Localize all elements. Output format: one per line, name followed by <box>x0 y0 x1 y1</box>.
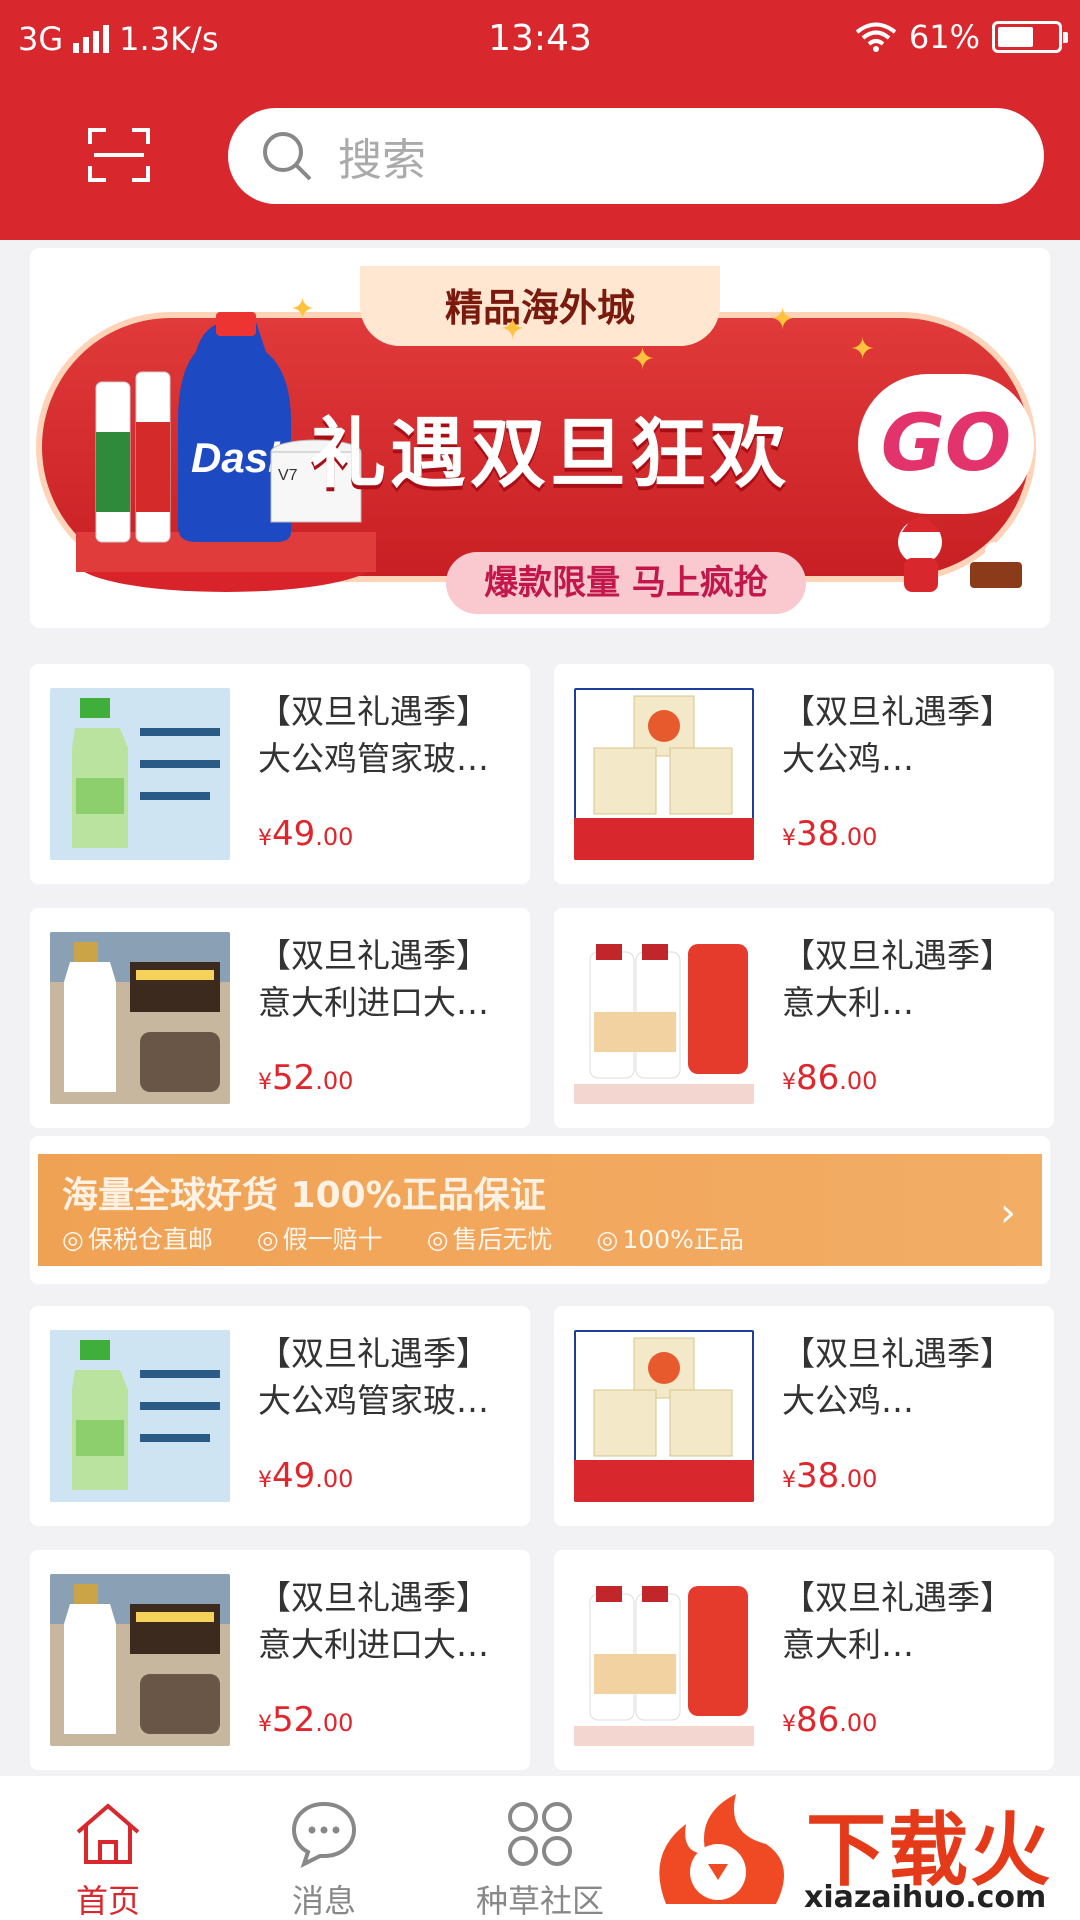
product-card[interactable]: 【双旦礼遇季】大公鸡管家玻… ¥49.00 <box>30 1306 530 1526</box>
product-card[interactable]: 【双旦礼遇季】意大利进口大… ¥52.00 <box>30 1550 530 1770</box>
product-price: ¥49.00 <box>258 1456 353 1496</box>
nav-messages-label: 消息 <box>291 1882 356 1920</box>
price-currency: ¥ <box>782 1468 796 1493</box>
search-icon <box>263 132 312 181</box>
nav-home-label: 首页 <box>75 1882 140 1920</box>
banner-tag: 精品海外城 <box>360 266 720 346</box>
guarantee-item: 保税仓直邮 <box>62 1220 213 1256</box>
product-price: ¥52.00 <box>258 1700 353 1740</box>
banner-subtitle: 爆款限量 马上疯抢 <box>446 552 806 614</box>
product-image <box>50 932 230 1104</box>
price-integer: 86 <box>796 1058 840 1098</box>
product-card[interactable]: 【双旦礼遇季】大公鸡… ¥38.00 <box>554 1306 1054 1526</box>
guarantee-item: 售后无忧 <box>427 1220 553 1256</box>
product-image <box>574 1330 754 1502</box>
product-price: ¥49.00 <box>258 814 353 854</box>
product-title: 【双旦礼遇季】大公鸡管家玻… <box>258 1334 489 1420</box>
price-currency: ¥ <box>782 1712 796 1737</box>
product-price: ¥86.00 <box>782 1058 877 1098</box>
price-currency: ¥ <box>258 1712 272 1737</box>
price-decimal: .00 <box>315 1709 354 1737</box>
product-title: 【双旦礼遇季】意大利进口大… <box>258 1578 489 1664</box>
wifi-icon <box>855 22 897 52</box>
price-decimal: .00 <box>839 1709 878 1737</box>
svg-text:V7: V7 <box>278 467 298 484</box>
price-integer: 52 <box>272 1058 316 1098</box>
price-currency: ¥ <box>782 826 796 851</box>
watermark: 下载火 xiazaihuo.com <box>636 1776 1080 1920</box>
status-bar: 3G 1.3K/s 13:43 61% <box>0 0 1080 76</box>
santa-icon <box>898 517 1022 592</box>
price-integer: 86 <box>796 1700 840 1740</box>
guarantee-item: 100%正品 <box>597 1220 743 1256</box>
product-title: 【双旦礼遇季】意大利… <box>782 1578 1013 1664</box>
product-card[interactable]: 【双旦礼遇季】意大利进口大… ¥52.00 <box>30 908 530 1128</box>
price-currency: ¥ <box>258 1468 272 1493</box>
banner-title: 礼遇双旦狂欢 <box>310 409 790 498</box>
product-card[interactable]: 【双旦礼遇季】意大利… ¥86.00 <box>554 1550 1054 1770</box>
banner-go-button[interactable]: GO <box>858 374 1034 514</box>
grid-icon <box>508 1802 572 1866</box>
battery-icon <box>992 21 1068 53</box>
product-price: ¥38.00 <box>782 814 877 854</box>
price-integer: 38 <box>796 814 840 854</box>
product-title: 【双旦礼遇季】意大利进口大… <box>258 936 489 1022</box>
nav-home[interactable]: 首页 <box>0 1776 216 1920</box>
product-image <box>574 932 754 1104</box>
product-card[interactable]: 【双旦礼遇季】意大利… ¥86.00 <box>554 908 1054 1128</box>
guarantee-headline: 海量全球好货 100%正品保证 <box>62 1175 546 1216</box>
promo-banner[interactable]: 精品海外城 ✦ ✦ ✦ ✦ ✦ Dash V7 礼遇双旦狂欢 GO 爆款限量 马… <box>30 248 1050 628</box>
price-decimal: .00 <box>839 1465 878 1493</box>
watermark-url: xiazaihuo.com <box>804 1880 1047 1915</box>
guarantee-item: 假一赔十 <box>257 1220 383 1256</box>
product-image <box>50 688 230 860</box>
home-icon <box>76 1803 140 1864</box>
product-image <box>50 1330 230 1502</box>
chevron-right-icon: › <box>1000 1190 1016 1236</box>
search-placeholder: 搜索 <box>338 135 426 186</box>
battery-percent: 61% <box>908 18 980 56</box>
price-integer: 49 <box>272 1456 316 1496</box>
price-currency: ¥ <box>782 1070 796 1095</box>
price-integer: 49 <box>272 814 316 854</box>
fire-logo-icon <box>659 1794 784 1904</box>
product-card[interactable]: 【双旦礼遇季】大公鸡管家玻… ¥49.00 <box>30 664 530 884</box>
nav-community-label: 种草社区 <box>475 1882 604 1920</box>
guarantee-banner[interactable]: 海量全球好货 100%正品保证 保税仓直邮 假一赔十 售后无忧 100%正品 › <box>30 1136 1050 1284</box>
nav-community[interactable]: 种草社区 <box>432 1776 648 1920</box>
price-integer: 52 <box>272 1700 316 1740</box>
product-price: ¥38.00 <box>782 1456 877 1496</box>
nav-messages[interactable]: 消息 <box>216 1776 432 1920</box>
product-card[interactable]: 【双旦礼遇季】大公鸡… ¥38.00 <box>554 664 1054 884</box>
price-decimal: .00 <box>839 1067 878 1095</box>
product-title: 【双旦礼遇季】大公鸡… <box>782 692 1013 778</box>
price-integer: 38 <box>796 1456 840 1496</box>
price-decimal: .00 <box>315 1067 354 1095</box>
product-title: 【双旦礼遇季】大公鸡管家玻… <box>258 692 489 778</box>
price-currency: ¥ <box>258 826 272 851</box>
product-image <box>574 688 754 860</box>
scan-icon[interactable] <box>88 126 150 184</box>
search-input[interactable]: 搜索 <box>228 108 1044 204</box>
product-image <box>574 1574 754 1746</box>
price-currency: ¥ <box>258 1070 272 1095</box>
product-price: ¥86.00 <box>782 1700 877 1740</box>
product-title: 【双旦礼遇季】大公鸡… <box>782 1334 1013 1420</box>
product-image <box>50 1574 230 1746</box>
header: 3G 1.3K/s 13:43 61% 搜索 <box>0 0 1080 240</box>
price-decimal: .00 <box>839 823 878 851</box>
product-price: ¥52.00 <box>258 1058 353 1098</box>
product-title: 【双旦礼遇季】意大利… <box>782 936 1013 1022</box>
price-decimal: .00 <box>315 823 354 851</box>
price-decimal: .00 <box>315 1465 354 1493</box>
chat-icon <box>291 1801 357 1868</box>
